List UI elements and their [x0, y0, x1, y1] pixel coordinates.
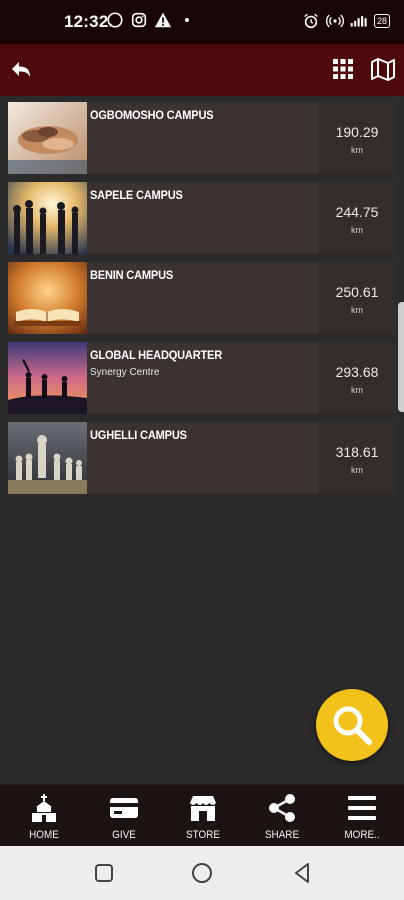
nav-home-label: HOME [29, 829, 59, 841]
distance-box: 244.75 km [318, 182, 396, 254]
campus-title: GLOBAL HEADQUARTER [90, 348, 223, 362]
nav-home[interactable]: HOME [4, 785, 84, 847]
campus-distance: 250.61 [335, 284, 379, 300]
share-icon [269, 794, 295, 822]
distance-box: 293.68 km [318, 342, 396, 414]
nav-give-label: GIVE [112, 829, 136, 841]
nav-store-label: STORE [186, 829, 220, 841]
campus-row-global-headquarter[interactable]: GLOBAL HEADQUARTER Synergy Centre 293.68… [8, 342, 396, 414]
distance-unit: km [351, 305, 363, 315]
store-icon [190, 796, 216, 821]
campus-distance: 190.29 [335, 124, 379, 140]
edge-panel-handle[interactable] [398, 302, 404, 412]
campus-row-sapele[interactable]: SAPELE CAMPUS 244.75 km [8, 182, 396, 254]
church-icon [32, 794, 56, 822]
campus-thumbnail-chess [8, 422, 87, 494]
campus-title: OGBOMOSHO CAMPUS [90, 108, 214, 122]
campus-row-ughelli[interactable]: UGHELLI CAMPUS 318.61 km [8, 422, 396, 494]
signal-icon [350, 16, 367, 27]
campus-thumbnail-book [8, 262, 87, 334]
distance-unit: km [351, 145, 363, 155]
menu-icon [348, 796, 376, 820]
app-bar [0, 44, 404, 96]
status-time: 12:32 [64, 12, 109, 31]
distance-unit: km [351, 465, 363, 475]
campus-row-ogbomosho[interactable]: OGBOMOSHO CAMPUS 190.29 km [8, 102, 396, 174]
whatsapp-icon [107, 12, 123, 28]
search-fab-button[interactable] [316, 689, 388, 761]
instagram-icon [131, 12, 147, 28]
campus-distance: 293.68 [335, 364, 379, 380]
nav-share[interactable]: SHARE [242, 785, 322, 847]
nav-share-label: SHARE [264, 829, 300, 841]
system-nav-bar [0, 846, 404, 900]
nav-more[interactable]: MORE.. [322, 785, 402, 847]
distance-unit: km [351, 385, 363, 395]
nav-more-label: MORE.. [344, 829, 380, 841]
campus-thumbnail-sunset [8, 342, 87, 414]
status-bar: 12:32 28 [0, 0, 404, 44]
bottom-nav: HOME GIVE STORE SHARE MORE.. [0, 784, 404, 847]
map-icon[interactable] [370, 57, 396, 81]
card-icon [110, 798, 138, 818]
recents-icon[interactable] [92, 861, 116, 885]
battery-level: 28 [373, 14, 390, 28]
back-icon[interactable] [290, 861, 314, 885]
alarm-icon [304, 13, 318, 29]
campus-list: OGBOMOSHO CAMPUS 190.29 km SAPELE CAMPUS [8, 102, 396, 502]
search-icon [333, 706, 372, 745]
dot-icon [185, 18, 189, 22]
distance-unit: km [351, 225, 363, 235]
distance-box: 190.29 km [318, 102, 396, 174]
hotspot-icon [325, 14, 344, 28]
campus-title: UGHELLI CAMPUS [90, 428, 187, 442]
status-left-icons [106, 11, 196, 29]
campus-thumbnail-hands [8, 102, 87, 174]
campus-title: SAPELE CAMPUS [90, 188, 183, 202]
campus-title: BENIN CAMPUS [90, 268, 174, 282]
campus-row-benin[interactable]: BENIN CAMPUS 250.61 km [8, 262, 396, 334]
home-icon[interactable] [190, 861, 214, 885]
back-arrow-icon[interactable] [8, 57, 34, 83]
campus-distance: 318.61 [335, 444, 379, 460]
nav-give[interactable]: GIVE [84, 785, 164, 847]
warning-icon [154, 12, 172, 28]
campus-distance: 244.75 [335, 204, 379, 220]
campus-thumbnail-crowd [8, 182, 87, 254]
status-right-icons: 28 [302, 12, 390, 30]
nav-store[interactable]: STORE [163, 785, 243, 847]
distance-box: 250.61 km [318, 262, 396, 334]
grid-icon[interactable] [332, 58, 354, 80]
campus-subtitle: Synergy Centre [90, 367, 160, 378]
distance-box: 318.61 km [318, 422, 396, 494]
